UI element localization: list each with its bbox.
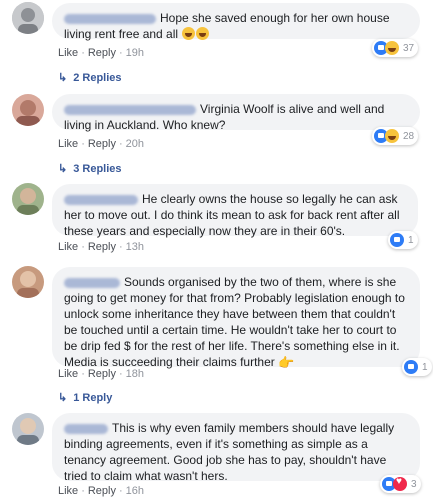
avatar-image xyxy=(12,266,44,298)
replies-count: 1 Reply xyxy=(73,392,113,404)
reply-link[interactable]: Reply xyxy=(88,485,116,497)
like-link[interactable]: Like xyxy=(58,241,78,253)
reaction-summary[interactable]: 28 xyxy=(372,127,419,145)
reply-link[interactable]: Reply xyxy=(88,241,116,253)
comment-bubble: Virginia Woolf is alive and well and liv… xyxy=(52,94,420,132)
avatar[interactable] xyxy=(12,2,44,34)
like-link[interactable]: Like xyxy=(58,485,78,497)
comment-actions: Like · Reply · 20h xyxy=(58,138,145,150)
love-reaction-icon xyxy=(393,476,407,491)
reply-arrow-icon: ↳ xyxy=(58,72,68,84)
replies-count: 2 Replies xyxy=(73,72,122,84)
timestamp[interactable]: 19h xyxy=(126,47,144,59)
reaction-count: 28 xyxy=(403,130,415,142)
timestamp[interactable]: 18h xyxy=(126,368,144,380)
comment-bubble: Sounds organised by the two of them, whe… xyxy=(52,267,420,370)
timestamp[interactable]: 20h xyxy=(126,138,144,150)
like-reaction-icon xyxy=(390,233,404,247)
view-replies-link[interactable]: ↳ 2 Replies xyxy=(58,71,122,84)
comment-bubble: He clearly owns the house so legally he … xyxy=(52,184,418,238)
comment-actions: Like · Reply · 19h xyxy=(58,47,145,59)
timestamp[interactable]: 16h xyxy=(126,485,144,497)
avatar-image xyxy=(12,2,44,34)
reaction-summary[interactable]: 3 xyxy=(380,475,421,493)
avatar[interactable] xyxy=(12,266,44,298)
haha-reaction-icon xyxy=(385,129,399,143)
avatar-image xyxy=(12,413,44,445)
avatar[interactable] xyxy=(12,183,44,215)
replies-count: 3 Replies xyxy=(73,163,122,175)
like-link[interactable]: Like xyxy=(58,47,78,59)
view-replies-link[interactable]: ↳ 3 Replies xyxy=(58,162,122,175)
reaction-count: 1 xyxy=(422,361,428,373)
like-link[interactable]: Like xyxy=(58,368,78,380)
avatar[interactable] xyxy=(12,94,44,126)
author-name[interactable] xyxy=(64,13,156,24)
reaction-count: 37 xyxy=(403,42,415,54)
author-name[interactable] xyxy=(64,423,108,434)
comment-actions: Like · Reply · 13h xyxy=(58,241,145,253)
comment-text: Sounds organised by the two of them, whe… xyxy=(64,275,405,369)
avatar-image xyxy=(12,183,44,215)
reaction-summary[interactable]: 37 xyxy=(372,39,419,57)
reaction-summary[interactable]: 1 xyxy=(402,358,432,376)
timestamp[interactable]: 13h xyxy=(126,241,144,253)
like-reaction-icon xyxy=(404,360,418,374)
reply-arrow-icon: ↳ xyxy=(58,392,68,404)
grinning-emoji-icon xyxy=(196,27,210,40)
reply-link[interactable]: Reply xyxy=(88,138,116,150)
author-name[interactable] xyxy=(64,104,196,115)
author-name[interactable] xyxy=(64,277,120,288)
reaction-count: 3 xyxy=(411,478,417,490)
haha-reaction-icon xyxy=(385,41,399,55)
reply-arrow-icon: ↳ xyxy=(58,163,68,175)
like-link[interactable]: Like xyxy=(58,138,78,150)
grinning-emoji-icon xyxy=(182,27,196,40)
comment-bubble: This is why even family members should h… xyxy=(52,413,420,483)
comment-bubble: Hope she saved enough for her own house … xyxy=(52,3,420,41)
view-replies-link[interactable]: ↳ 1 Reply xyxy=(58,391,112,404)
comment-text: This is why even family members should h… xyxy=(64,421,395,483)
reply-link[interactable]: Reply xyxy=(88,47,116,59)
reaction-count: 1 xyxy=(408,234,414,246)
pointing-hand-emoji-icon: 👉 xyxy=(278,355,295,370)
reaction-summary[interactable]: 1 xyxy=(388,231,418,249)
avatar[interactable] xyxy=(12,413,44,445)
comment-actions: Like · Reply · 16h xyxy=(58,485,145,497)
author-name[interactable] xyxy=(64,194,138,205)
reply-link[interactable]: Reply xyxy=(88,368,116,380)
comment-actions: Like · Reply · 18h xyxy=(58,368,145,380)
avatar-image xyxy=(12,94,44,126)
